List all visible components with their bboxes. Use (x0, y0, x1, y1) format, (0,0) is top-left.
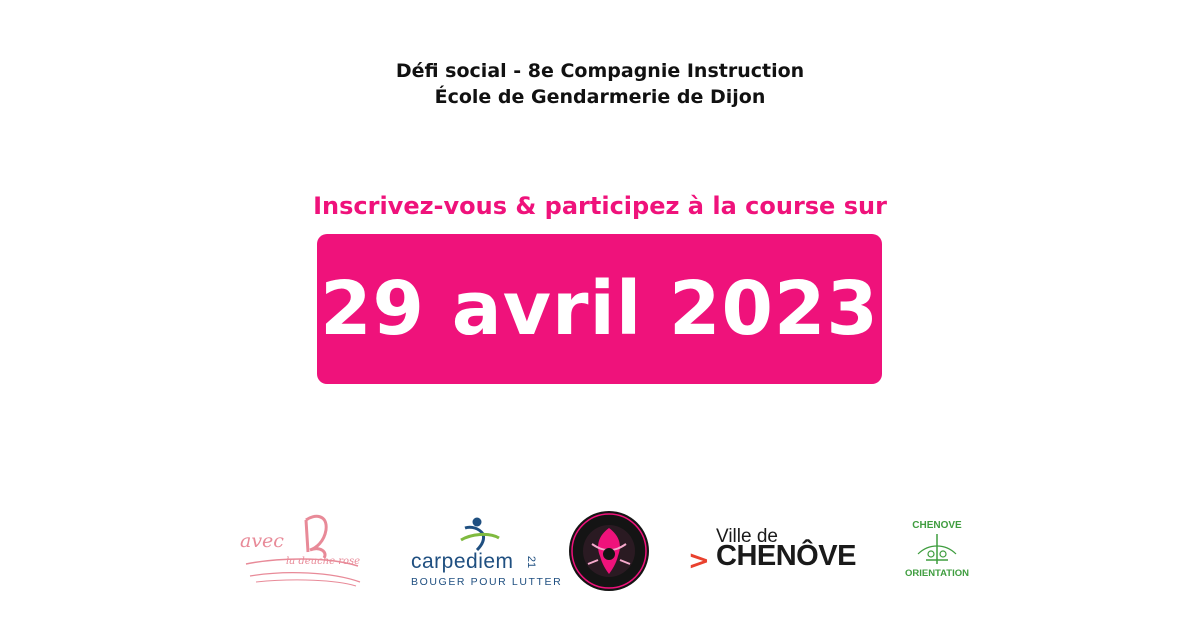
header: Défi social - 8e Compagnie Instruction É… (0, 58, 1200, 110)
carpediem-number: 21 (525, 555, 538, 569)
carpediem-name: carpediem (411, 550, 514, 574)
partner-logos: avec la deuche rose carpediem 21 BOUGER … (0, 500, 1200, 600)
header-line-1: Défi social - 8e Compagnie Instruction (395, 60, 805, 82)
carpediem-tagline: BOUGER POUR LUTTER (411, 576, 563, 588)
pink-badge-logo[interactable] (568, 510, 650, 592)
avec-sub-label: la deuche rose (286, 556, 361, 567)
carpediem-logo[interactable]: carpediem 21 BOUGER POUR LUTTER (405, 514, 561, 590)
orientation-bottom-label: ORIENTATION (904, 568, 970, 579)
event-date-button[interactable]: 29 avril 2023 (317, 234, 882, 384)
badge-icon (569, 511, 649, 591)
cta-text: Inscrivez-vous & participez à la course … (313, 192, 887, 220)
event-date: 29 avril 2023 (320, 266, 879, 352)
ville-name: CHENÔVE (716, 540, 856, 572)
ville-arrow-icon: > (688, 546, 710, 576)
carpediem-name-text: carpediem (411, 550, 514, 573)
avec-main-label: avec (240, 530, 284, 552)
avec-la-deuche-rose-logo[interactable]: avec la deuche rose (236, 512, 364, 590)
header-line-2: École de Gendarmerie de Dijon (434, 86, 766, 108)
chenove-orientation-logo[interactable]: CHENOVE ORIENTATION (904, 518, 970, 584)
ville-de-chenove-logo[interactable]: > Ville de CHENÔVE (688, 524, 856, 576)
runner-icon (460, 517, 500, 552)
